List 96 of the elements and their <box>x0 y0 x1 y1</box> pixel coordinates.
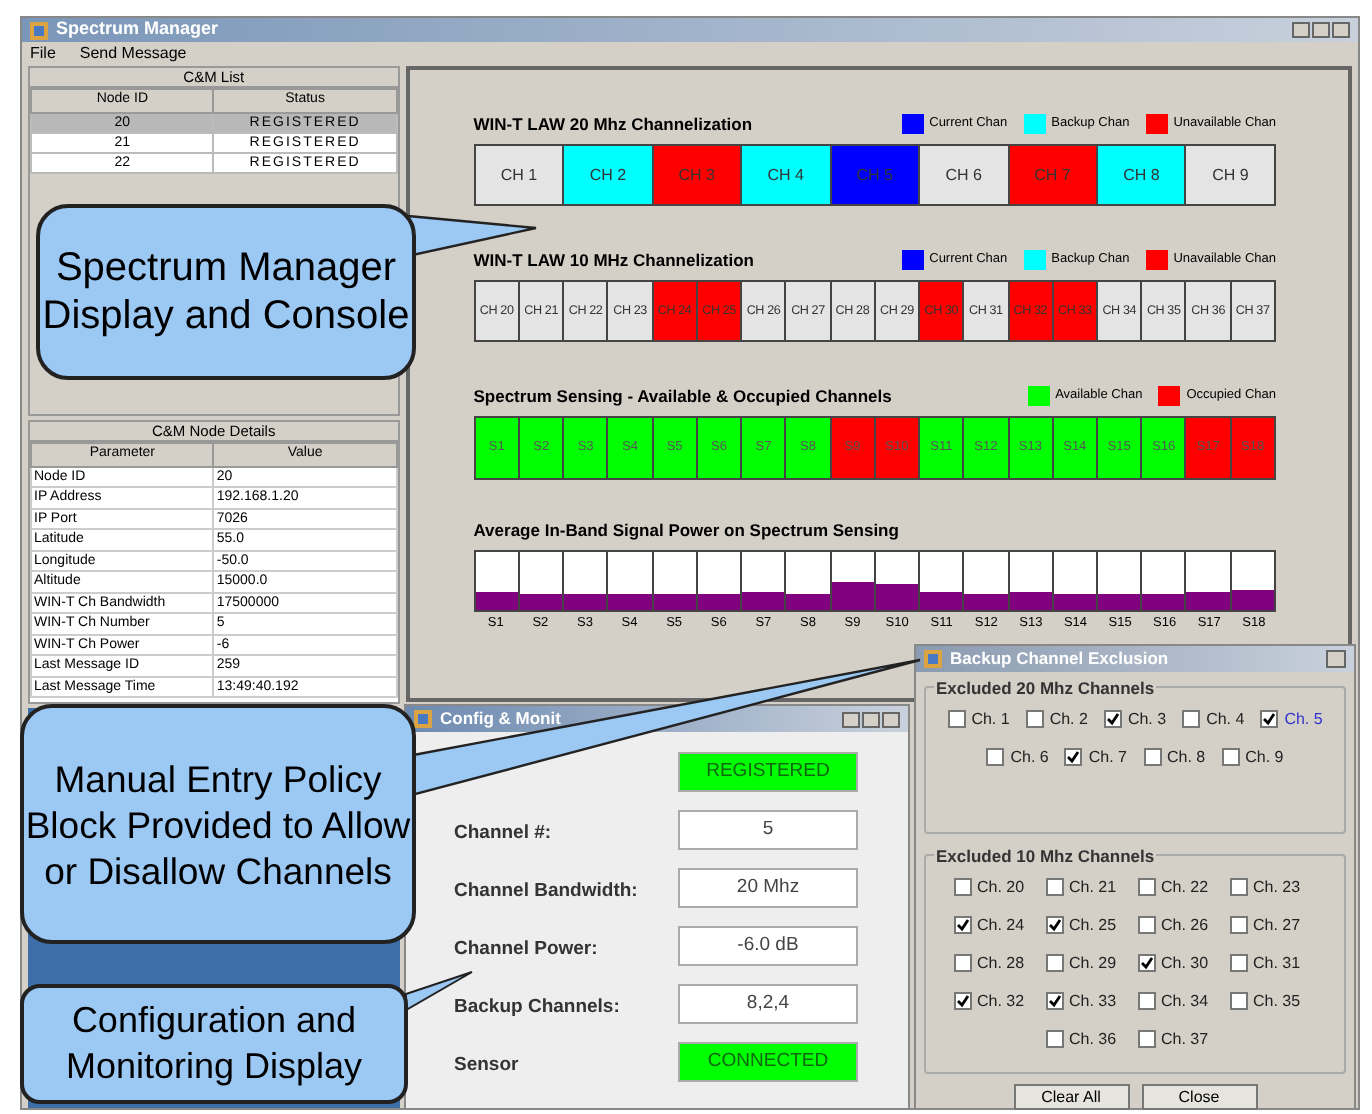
checkbox[interactable] <box>1045 1030 1063 1049</box>
checkbox-label[interactable]: Ch. 28 <box>977 951 1025 976</box>
section-title: WIN-T LAW 10 MHz Channelization <box>473 247 754 273</box>
checkbox-label[interactable]: Ch. 36 <box>1069 1027 1117 1052</box>
checkbox[interactable] <box>1182 710 1201 729</box>
checkbox[interactable] <box>1045 954 1063 973</box>
minimize-button[interactable] <box>842 711 860 727</box>
menu-item[interactable]: File <box>30 42 56 66</box>
checkbox[interactable] <box>1229 992 1247 1011</box>
checkbox[interactable] <box>1260 710 1279 729</box>
checkbox-label[interactable]: Ch. 37 <box>1161 1027 1209 1052</box>
checkbox-label[interactable]: Ch. 1 <box>971 707 1010 732</box>
close-button[interactable] <box>1326 649 1346 668</box>
app-icon <box>414 710 432 728</box>
checkbox-label[interactable]: Ch. 24 <box>977 913 1025 938</box>
checkbox[interactable] <box>1137 916 1155 935</box>
checkbox-label[interactable]: Ch. 21 <box>1069 875 1117 900</box>
section-title: Spectrum Sensing - Available & Occupied Channels <box>473 383 892 409</box>
checkbox-label[interactable]: Ch. 4 <box>1206 707 1245 732</box>
checkbox-label[interactable]: Ch. 7 <box>1088 745 1127 770</box>
checkbox-label[interactable]: Ch. 32 <box>977 989 1025 1014</box>
field-label: Backup Channels: <box>454 996 620 1018</box>
field-label: Channel #: <box>454 822 552 844</box>
section-title: Average In-Band Signal Power on Spectrum Sensing <box>473 518 901 544</box>
checkbox[interactable] <box>953 878 971 897</box>
dialog-button[interactable]: Close <box>1141 1083 1257 1110</box>
checkbox[interactable] <box>1221 748 1240 767</box>
checkbox[interactable] <box>1137 1030 1155 1049</box>
checkbox[interactable] <box>1229 878 1247 897</box>
channel-cell: CH 9 <box>1184 146 1274 204</box>
checkbox-label[interactable]: Ch. 34 <box>1161 989 1209 1014</box>
checkbox-label[interactable]: Ch. 27 <box>1253 913 1301 938</box>
maximize-button[interactable] <box>862 711 880 727</box>
checkbox-label[interactable]: Ch. 22 <box>1161 875 1209 900</box>
checkbox[interactable] <box>1137 992 1155 1011</box>
channel-cell: CH 7 <box>1007 146 1097 204</box>
checkbox[interactable] <box>1025 710 1044 729</box>
channel-cell: CH 5 <box>829 146 919 204</box>
checkbox[interactable] <box>1229 954 1247 973</box>
channel-cell: CH 4 <box>740 146 830 204</box>
checkbox[interactable] <box>1045 878 1063 897</box>
checkbox-label[interactable]: Ch. 29 <box>1069 951 1117 976</box>
checkbox-label[interactable]: Ch. 33 <box>1069 989 1117 1014</box>
window-title: Backup Channel Exclusion <box>950 646 1169 672</box>
checkbox-label[interactable]: Ch. 20 <box>977 875 1025 900</box>
channel-cell: CH 6 <box>918 146 1008 204</box>
checkbox-label[interactable]: Ch. 23 <box>1253 875 1301 900</box>
checkbox-label[interactable]: Ch. 5 <box>1284 707 1323 732</box>
checkbox[interactable] <box>947 710 966 729</box>
checkbox-label[interactable]: Ch. 6 <box>1010 745 1049 770</box>
checkbox-label[interactable]: Ch. 8 <box>1167 745 1206 770</box>
checkbox[interactable] <box>953 916 971 935</box>
window-title: Config & Monit <box>440 706 561 732</box>
checkbox[interactable] <box>1045 992 1063 1011</box>
menu-item[interactable]: Send Message <box>79 42 187 66</box>
channel-cell: CH 2 <box>562 146 652 204</box>
callout: Configuration and Monitoring Display <box>20 984 408 1104</box>
checkbox[interactable] <box>953 954 971 973</box>
field-label: Channel Bandwidth: <box>454 880 638 902</box>
checkbox-label[interactable]: Ch. 26 <box>1161 913 1209 938</box>
checkbox[interactable] <box>986 748 1005 767</box>
checkbox-label[interactable]: Ch. 25 <box>1069 913 1117 938</box>
minimize-button[interactable] <box>1292 22 1310 38</box>
checkbox-label[interactable]: Ch. 31 <box>1253 951 1301 976</box>
app-icon <box>30 21 48 39</box>
group-title: Excluded 20 Mhz Channels <box>934 675 1157 701</box>
checkbox-label[interactable]: Ch. 30 <box>1161 951 1209 976</box>
close-button[interactable] <box>882 711 900 727</box>
maximize-button[interactable] <box>1312 22 1330 38</box>
checkbox[interactable] <box>1229 916 1247 935</box>
checkbox[interactable] <box>1045 916 1063 935</box>
channel-cell: CH 8 <box>1096 146 1185 204</box>
checkbox[interactable] <box>953 992 971 1011</box>
app-icon <box>924 649 942 668</box>
channel-cell: CH 3 <box>651 146 741 204</box>
section-title: WIN-T LAW 20 Mhz Channelization <box>473 111 753 137</box>
field-label: Sensor <box>454 1054 519 1076</box>
group-title: Excluded 10 Mhz Channels <box>934 843 1157 869</box>
channel-cell: CH 1 <box>475 146 563 204</box>
checkbox-label[interactable]: Ch. 3 <box>1127 707 1167 732</box>
checkbox[interactable] <box>1143 748 1161 767</box>
checkbox[interactable] <box>1103 710 1122 729</box>
field-label: Channel Power: <box>454 938 598 960</box>
callout: Spectrum Manager Display and Console <box>36 204 416 380</box>
checkbox-label[interactable]: Ch. 35 <box>1253 989 1301 1014</box>
status-indicator: CONNECTED <box>678 1042 858 1082</box>
checkbox[interactable] <box>1064 748 1083 767</box>
checkbox[interactable] <box>1137 878 1155 897</box>
close-button[interactable] <box>1332 22 1350 38</box>
callout: Manual Entry Policy Block Provided to Allow or Disallow Channels <box>20 704 416 944</box>
window-title: Spectrum Manager <box>56 16 219 43</box>
dialog-button[interactable]: Clear All <box>1013 1083 1129 1110</box>
checkbox-label[interactable]: Ch. 2 <box>1049 707 1088 732</box>
checkbox[interactable] <box>1137 954 1155 973</box>
checkbox-label[interactable]: Ch. 9 <box>1245 745 1284 770</box>
status-indicator: REGISTERED <box>678 752 858 792</box>
